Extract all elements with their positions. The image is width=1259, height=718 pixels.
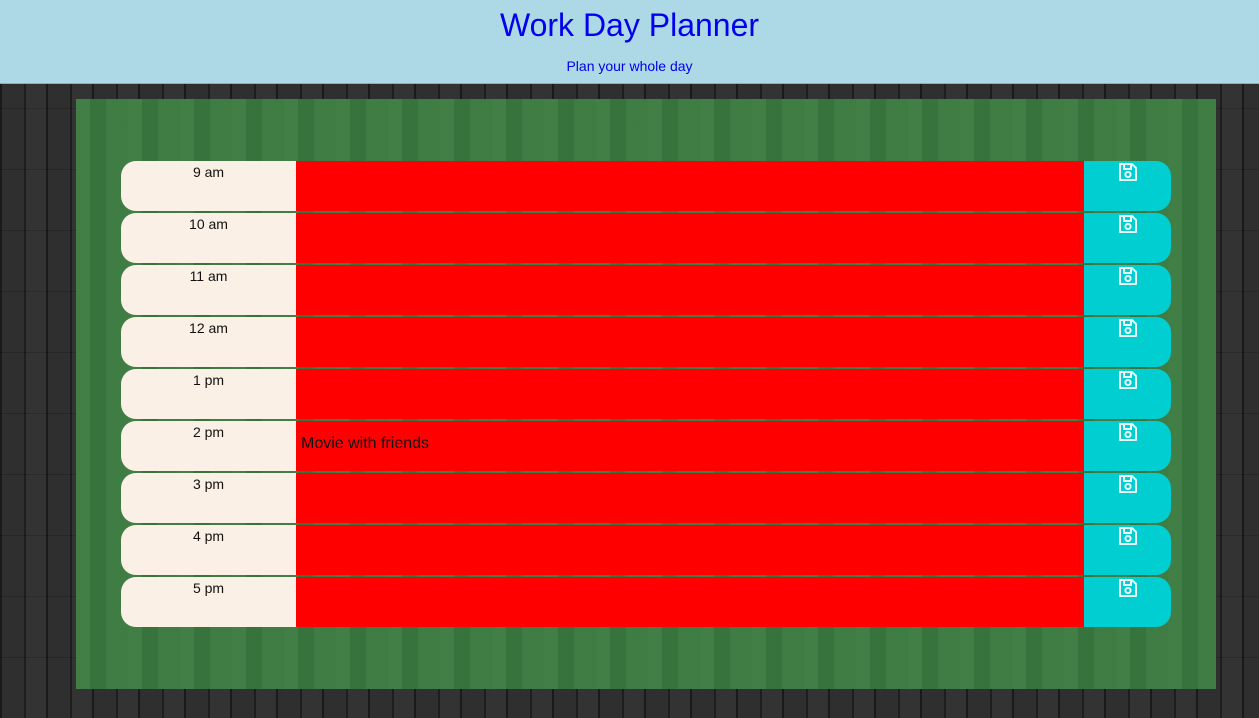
task-input[interactable] [296, 161, 1084, 211]
save-button[interactable] [1084, 161, 1171, 211]
task-input[interactable] [296, 369, 1084, 419]
task-input[interactable] [296, 473, 1084, 523]
floppy-disk-icon [1119, 423, 1137, 441]
hour-label: 2 pm [121, 421, 296, 471]
save-button[interactable] [1084, 317, 1171, 367]
timeblock-row: 12 am [121, 317, 1171, 367]
floppy-disk-icon [1119, 371, 1137, 389]
save-button[interactable] [1084, 577, 1171, 627]
timeblock-list: 9 am 10 am 11 am 12 am 1 pm 2 pm Movie w… [121, 161, 1171, 629]
task-input[interactable] [296, 577, 1084, 627]
save-button[interactable] [1084, 213, 1171, 263]
hour-label: 10 am [121, 213, 296, 263]
timeblock-row: 9 am [121, 161, 1171, 211]
save-button[interactable] [1084, 525, 1171, 575]
hour-label: 12 am [121, 317, 296, 367]
page-title: Work Day Planner [499, 7, 760, 43]
hour-label: 3 pm [121, 473, 296, 523]
hour-label: 1 pm [121, 369, 296, 419]
page-header: Work Day Planner Plan your whole day [0, 0, 1259, 84]
timeblock-row: 11 am [121, 265, 1171, 315]
floppy-disk-icon [1119, 215, 1137, 233]
hour-label: 11 am [121, 265, 296, 315]
task-input[interactable] [296, 317, 1084, 367]
planner-board: 9 am 10 am 11 am 12 am 1 pm 2 pm Movie w… [76, 99, 1216, 689]
hour-label: 4 pm [121, 525, 296, 575]
hour-label: 9 am [121, 161, 296, 211]
page-subtitle: Plan your whole day [566, 58, 693, 74]
timeblock-row: 3 pm [121, 473, 1171, 523]
task-input[interactable]: Movie with friends [296, 421, 1084, 471]
floppy-disk-icon [1119, 527, 1137, 545]
floppy-disk-icon [1119, 579, 1137, 597]
task-input[interactable] [296, 525, 1084, 575]
save-button[interactable] [1084, 473, 1171, 523]
hour-label: 5 pm [121, 577, 296, 627]
task-input[interactable] [296, 213, 1084, 263]
save-button[interactable] [1084, 369, 1171, 419]
task-input[interactable] [296, 265, 1084, 315]
timeblock-row: 4 pm [121, 525, 1171, 575]
timeblock-row: 10 am [121, 213, 1171, 263]
save-button[interactable] [1084, 421, 1171, 471]
save-button[interactable] [1084, 265, 1171, 315]
timeblock-row: 2 pm Movie with friends [121, 421, 1171, 471]
floppy-disk-icon [1119, 319, 1137, 337]
floppy-disk-icon [1119, 475, 1137, 493]
timeblock-row: 1 pm [121, 369, 1171, 419]
floppy-disk-icon [1119, 267, 1137, 285]
floppy-disk-icon [1119, 163, 1137, 181]
timeblock-row: 5 pm [121, 577, 1171, 627]
